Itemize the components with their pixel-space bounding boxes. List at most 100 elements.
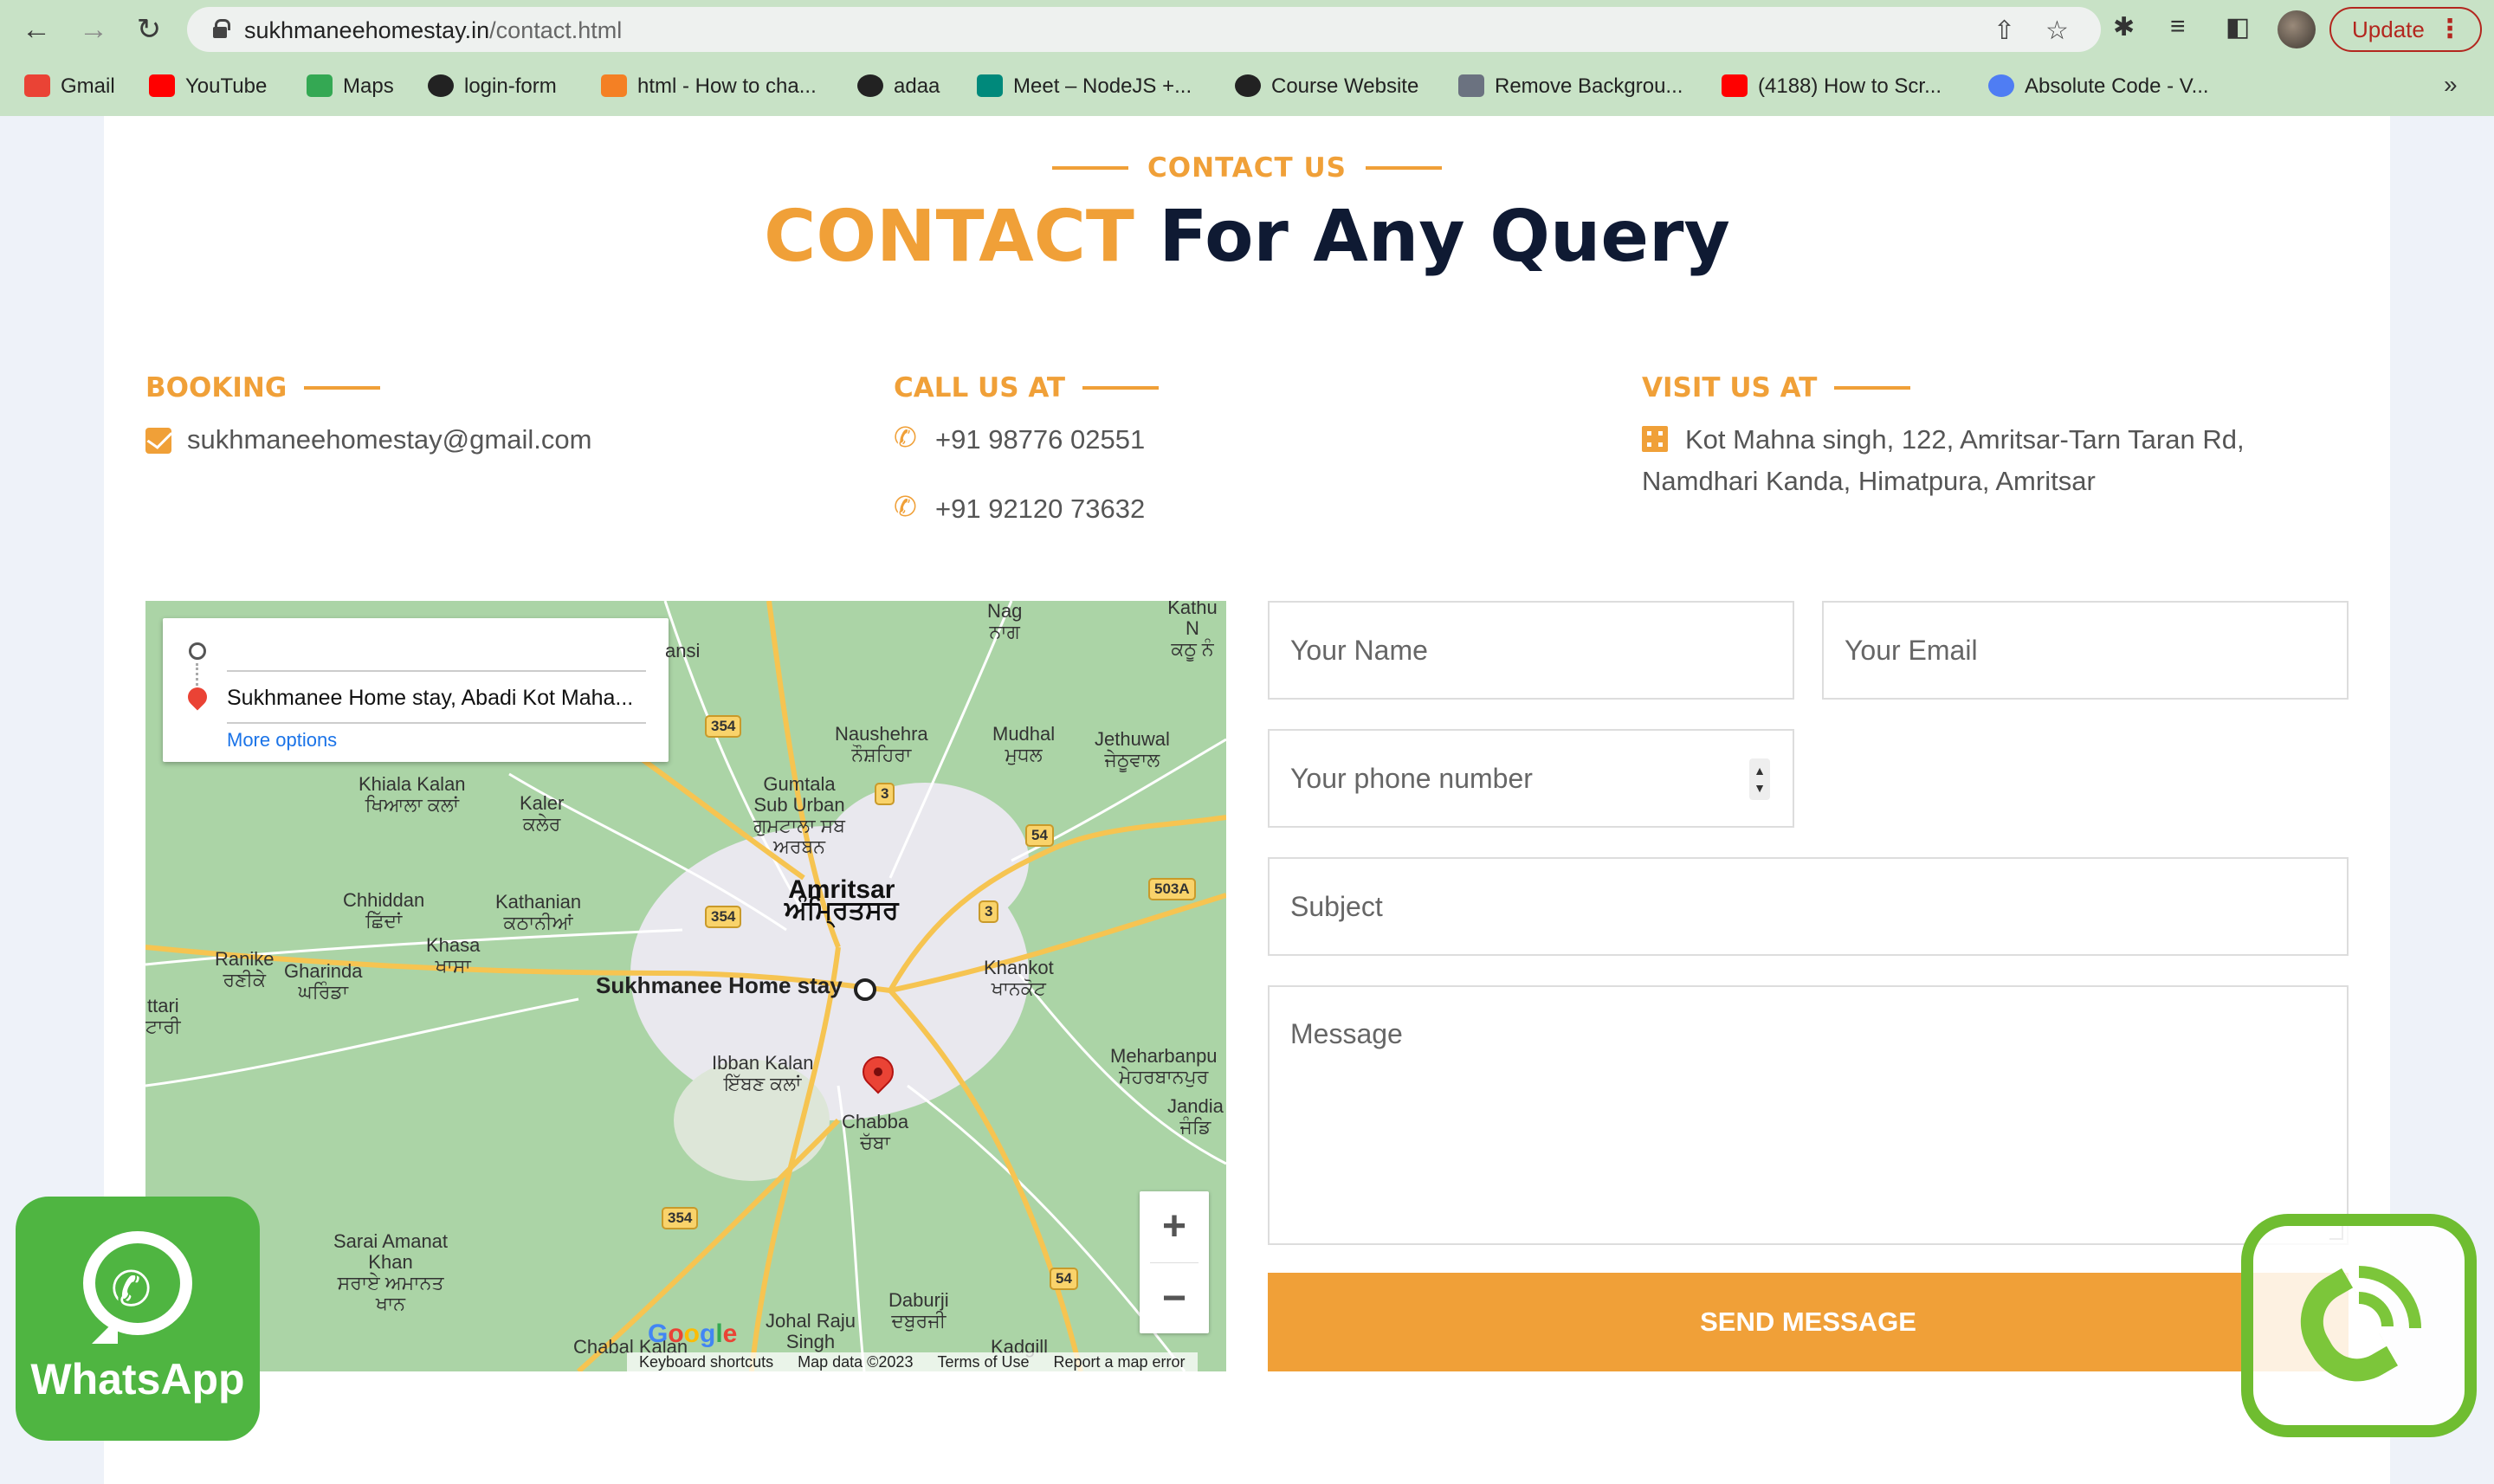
title-line <box>1834 386 1911 390</box>
youtube-icon <box>149 74 175 97</box>
map-place-label: Jethuwal ਜੇਠੂਵਾਲ <box>1095 728 1170 771</box>
map-place-label: Gumtala Sub Urban ਗੁਮਟਾਲਾ ਸਬ ਅਰਬਨ <box>753 773 845 857</box>
youtube-icon <box>1722 74 1748 97</box>
bookmark-maps[interactable]: Maps <box>307 74 394 99</box>
url-text[interactable]: sukhmaneehomestay.in/contact.html <box>244 17 622 44</box>
profile-avatar[interactable] <box>2278 10 2316 48</box>
browser-chrome: ← → ↻ sukhmaneehomestay.in/contact.html … <box>0 0 2494 116</box>
destination-underline <box>227 722 646 724</box>
signal-wave-large <box>2359 1266 2421 1328</box>
update-label: Update <box>2352 16 2425 42</box>
booking-email[interactable]: sukhmaneehomestay@gmail.com <box>187 419 591 461</box>
map-city-label: Amritsar ਅੰਮ੍ਰਿਤਸਰ <box>785 875 899 925</box>
bookmark-youtube[interactable]: YouTube <box>149 74 267 99</box>
map-place-label: Gharinda ਘਰਿੰਡਾ <box>284 960 363 1003</box>
message-textarea[interactable]: Message <box>1268 985 2349 1245</box>
bookmark-meet[interactable]: Meet – NodeJS +... <box>977 74 1192 99</box>
name-input[interactable]: Your Name <box>1268 601 1794 700</box>
map-place-label: Khasa ਖਾਸਾ <box>426 934 481 977</box>
bookmark-course-website[interactable]: Course Website <box>1235 74 1418 99</box>
layers-icon <box>1458 74 1484 97</box>
bookmark-absolute-code[interactable]: Absolute Code - V... <box>1988 74 2209 99</box>
phone-number-2[interactable]: +91 92120 73632 <box>935 488 1145 530</box>
map-place-label: Nag ਨਾਗ <box>987 601 1023 642</box>
reload-icon[interactable]: ↻ <box>132 12 166 47</box>
phone-number-1[interactable]: +91 98776 02551 <box>935 419 1145 461</box>
call-title: CALL US AT <box>894 372 1160 403</box>
keyboard-shortcuts-link[interactable]: Keyboard shortcuts <box>639 1353 773 1371</box>
map-place-label: Daburji ਦਬੁਰਜੀ <box>888 1289 949 1332</box>
terms-of-use-link[interactable]: Terms of Use <box>937 1353 1029 1371</box>
bookmark-adaa[interactable]: adaa <box>857 74 940 99</box>
map-attribution: Keyboard shortcuts Map data ©2023 Terms of… <box>627 1352 1198 1371</box>
subject-input[interactable]: Subject <box>1268 857 2349 956</box>
phone-icon: ✆ <box>894 422 917 453</box>
map-place-label: Kathu N ਕਠੂ ਨੰ <box>1167 601 1218 660</box>
map-place-label: Jandia ਜੰਡਿ <box>1167 1095 1224 1138</box>
globe-icon <box>1235 74 1261 97</box>
menu-dots-icon: ⋮ <box>2437 15 2463 43</box>
back-arrow-icon[interactable]: ← <box>19 12 54 47</box>
forward-arrow-icon[interactable]: → <box>76 12 111 47</box>
bookmark-youtube-video[interactable]: (4188) How to Scr... <box>1722 74 1942 99</box>
eyebrow-line-right <box>1365 166 1442 170</box>
page-title: CONTACT For Any Query <box>104 196 2390 278</box>
share-icon[interactable]: ⇧ <box>1993 16 2015 46</box>
url-host: sukhmaneehomestay.in <box>244 17 490 43</box>
google-map[interactable]: Sukhmanee Home stay, Abadi Kot Maha... M… <box>145 601 1226 1371</box>
zoom-controls: + − <box>1140 1191 1209 1333</box>
phone-input[interactable]: Your phone number ▲ ▼ <box>1268 729 1794 828</box>
whatsapp-button[interactable]: ✆ WhatsApp <box>16 1197 260 1441</box>
directions-card: Sukhmanee Home stay, Abadi Kot Maha... M… <box>163 618 669 762</box>
email-input[interactable]: Your Email <box>1822 601 2349 700</box>
side-panel-icon[interactable]: ◧ <box>2226 12 2250 42</box>
zoom-out-button[interactable]: − <box>1140 1263 1209 1334</box>
destination-pin-icon <box>184 683 211 711</box>
highway-shield: 3 <box>875 783 895 805</box>
media-queue-icon[interactable]: ≡ <box>2170 12 2186 42</box>
report-map-error-link[interactable]: Report a map error <box>1053 1353 1185 1371</box>
highway-shield: 54 <box>1050 1268 1078 1290</box>
call-button[interactable] <box>2241 1214 2477 1437</box>
homestay-map-label: Sukhmanee Home stay <box>596 972 843 998</box>
whatsapp-label: WhatsApp <box>30 1355 245 1403</box>
map-place-label: Kathanian ਕਠਾਨੀਆਂ <box>495 891 582 933</box>
bookmark-remove-background[interactable]: Remove Backgrou... <box>1458 74 1683 99</box>
phone-icon: ✆ <box>894 491 917 522</box>
envelope-icon <box>145 428 171 454</box>
map-place-label: Ibban Kalan ਇੱਬਣ ਕਲਾਂ <box>712 1052 814 1094</box>
destination-text: Sukhmanee Home stay, Abadi Kot Maha... <box>227 686 634 710</box>
bookmark-stackoverflow[interactable]: html - How to cha... <box>601 74 817 99</box>
stackoverflow-icon <box>601 74 627 97</box>
title-line <box>1082 386 1160 390</box>
highway-shield: 503A <box>1148 878 1196 900</box>
meet-icon <box>977 74 1003 97</box>
bookmarks-overflow-icon[interactable]: » <box>2444 71 2458 99</box>
address-bar[interactable]: sukhmaneehomestay.in/contact.html ⇧ ☆ <box>187 7 2101 52</box>
number-stepper-icon[interactable]: ▲ ▼ <box>1749 758 1770 800</box>
map-place-label: Kaler ਕਲੇਰ <box>520 792 565 835</box>
extensions-icon[interactable]: ✱ <box>2113 12 2135 42</box>
map-place-label: Johal Raju Singh <box>766 1310 856 1352</box>
map-place-label: Meharbanpu ਮੇਹਰਬਾਨਪੁਰ <box>1110 1045 1218 1087</box>
title-rest: For Any Query <box>1159 196 1730 278</box>
eyebrow-text: CONTACT US <box>1147 152 1347 184</box>
contact-page: CONTACT US CONTACT For Any Query BOOKING… <box>104 116 2390 1484</box>
map-place-label: ttari ਟਾਰੀ <box>145 995 181 1037</box>
whatsapp-bubble-tail <box>78 1318 118 1344</box>
map-place-label: Chabba ਚੱਬਾ <box>842 1111 909 1153</box>
zoom-in-button[interactable]: + <box>1140 1191 1209 1262</box>
bookmark-login-form[interactable]: login-form <box>428 74 557 99</box>
gmail-icon <box>24 74 50 97</box>
more-options-link[interactable]: More options <box>227 729 337 752</box>
whatsapp-phone-icon: ✆ <box>111 1261 152 1316</box>
call-icon <box>2281 1266 2421 1401</box>
bookmark-gmail[interactable]: Gmail <box>24 74 115 99</box>
address-line-1: Kot Mahna singh, 122, Amritsar-Tarn Tara… <box>1685 424 2245 455</box>
update-button[interactable]: Update ⋮ <box>2329 7 2482 52</box>
route-dots <box>196 663 199 686</box>
send-message-button[interactable]: SEND MESSAGE <box>1268 1273 2349 1371</box>
bookmark-star-icon[interactable]: ☆ <box>2045 16 2069 46</box>
origin-field[interactable] <box>227 670 646 672</box>
map-place-label: Khankot ਖਾਨਕੋਟ <box>984 957 1054 999</box>
